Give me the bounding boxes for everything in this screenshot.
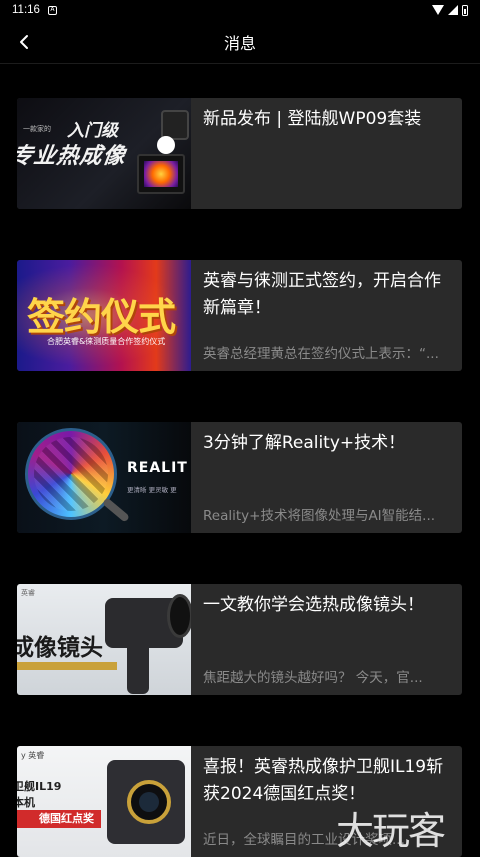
thumb-headline: 成像镜头 (17, 635, 103, 661)
notification-icon: A (47, 5, 57, 15)
badge-image (157, 136, 175, 154)
thumb-caption: 一款家的 (23, 125, 51, 133)
wifi-icon (432, 5, 444, 15)
message-body: 新品发布 | 登陆舰WP09套装 (191, 98, 462, 209)
back-button[interactable] (8, 26, 40, 58)
thumb-headline: 本机 (17, 796, 35, 809)
thumb-headline: 签约仪式 (27, 295, 176, 339)
message-thumbnail: y 英睿 卫舰IL19 本机 德国红点奖 (17, 746, 191, 857)
message-body: 3分钟了解Reality+技术！ Reality+技术将图像处理与AI智能结..… (191, 422, 462, 533)
watermark: 大玩客 (336, 809, 446, 853)
message-thumbnail: 一款家的 入门级 专业热成像 (17, 98, 191, 209)
status-time: 11:16 (12, 4, 40, 16)
message-title: 新品发布 | 登陆舰WP09套装 (203, 109, 422, 129)
chevron-left-icon (20, 35, 28, 49)
message-thumbnail: REALIT 更清晰 更灵敏 更 (17, 422, 191, 533)
message-summary: 焦距越大的镜头越好吗？ 今天，官... (203, 670, 423, 686)
thumb-caption: y 英睿 (21, 751, 45, 760)
thumb-headline: REALIT (127, 460, 188, 476)
message-thumbnail: 英睿 成像镜头 (17, 584, 191, 695)
status-bar: 11:16 A (0, 0, 480, 20)
page-title: 消息 (223, 33, 256, 53)
thumb-caption: 更清晰 更灵敏 更 (127, 486, 177, 494)
message-summary: 英睿总经理黄总在签约仪式上表示：“... (203, 346, 439, 362)
thumb-headline: 卫舰IL19 (17, 780, 62, 793)
message-card-1[interactable]: 一款家的 入门级 专业热成像 新品发布 | 登陆舰WP09套装 (17, 98, 462, 209)
message-card-2[interactable]: 签约仪式 合肥英睿&徕测质量合作签约仪式 英睿与徕测正式签约，开启合作新篇章！ … (17, 260, 462, 371)
signal-icon (448, 5, 458, 15)
message-summary: Reality+技术将图像处理与AI智能结... (203, 508, 436, 524)
message-body: 一文教你学会选热成像镜头！ 焦距越大的镜头越好吗？ 今天，官... (191, 584, 462, 695)
app-bar: 消息 (0, 20, 480, 64)
thumb-caption: 合肥英睿&徕测质量合作签约仪式 (47, 337, 166, 346)
magnifier-handle (101, 497, 131, 523)
camera-lens-image (127, 780, 171, 824)
thermal-screen-image (137, 154, 185, 194)
camera-lens-image (167, 594, 191, 638)
message-thumbnail: 签约仪式 合肥英睿&徕测质量合作签约仪式 (17, 260, 191, 371)
thumb-accent-bar (17, 662, 117, 670)
thumb-caption: 德国红点奖 (39, 812, 94, 825)
battery-icon (462, 4, 468, 16)
message-body: 英睿与徕测正式签约，开启合作新篇章！ 英睿总经理黄总在签约仪式上表示：“... (191, 260, 462, 371)
message-title: 一文教你学会选热成像镜头！ (203, 595, 424, 615)
magnifier-image (25, 428, 117, 520)
thumb-headline: 专业热成像 (17, 144, 128, 169)
message-card-3[interactable]: REALIT 更清晰 更灵敏 更 3分钟了解Reality+技术！ Realit… (17, 422, 462, 533)
status-icons (432, 4, 468, 16)
message-title: 3分钟了解Reality+技术！ (203, 433, 406, 453)
camera-grip-image (127, 642, 149, 694)
message-title: 英睿与徕测正式签约，开启合作新篇章！ (203, 271, 441, 318)
thumb-caption: 英睿 (21, 589, 35, 597)
message-card-4[interactable]: 英睿 成像镜头 一文教你学会选热成像镜头！ 焦距越大的镜头越好吗？ 今天，官..… (17, 584, 462, 695)
